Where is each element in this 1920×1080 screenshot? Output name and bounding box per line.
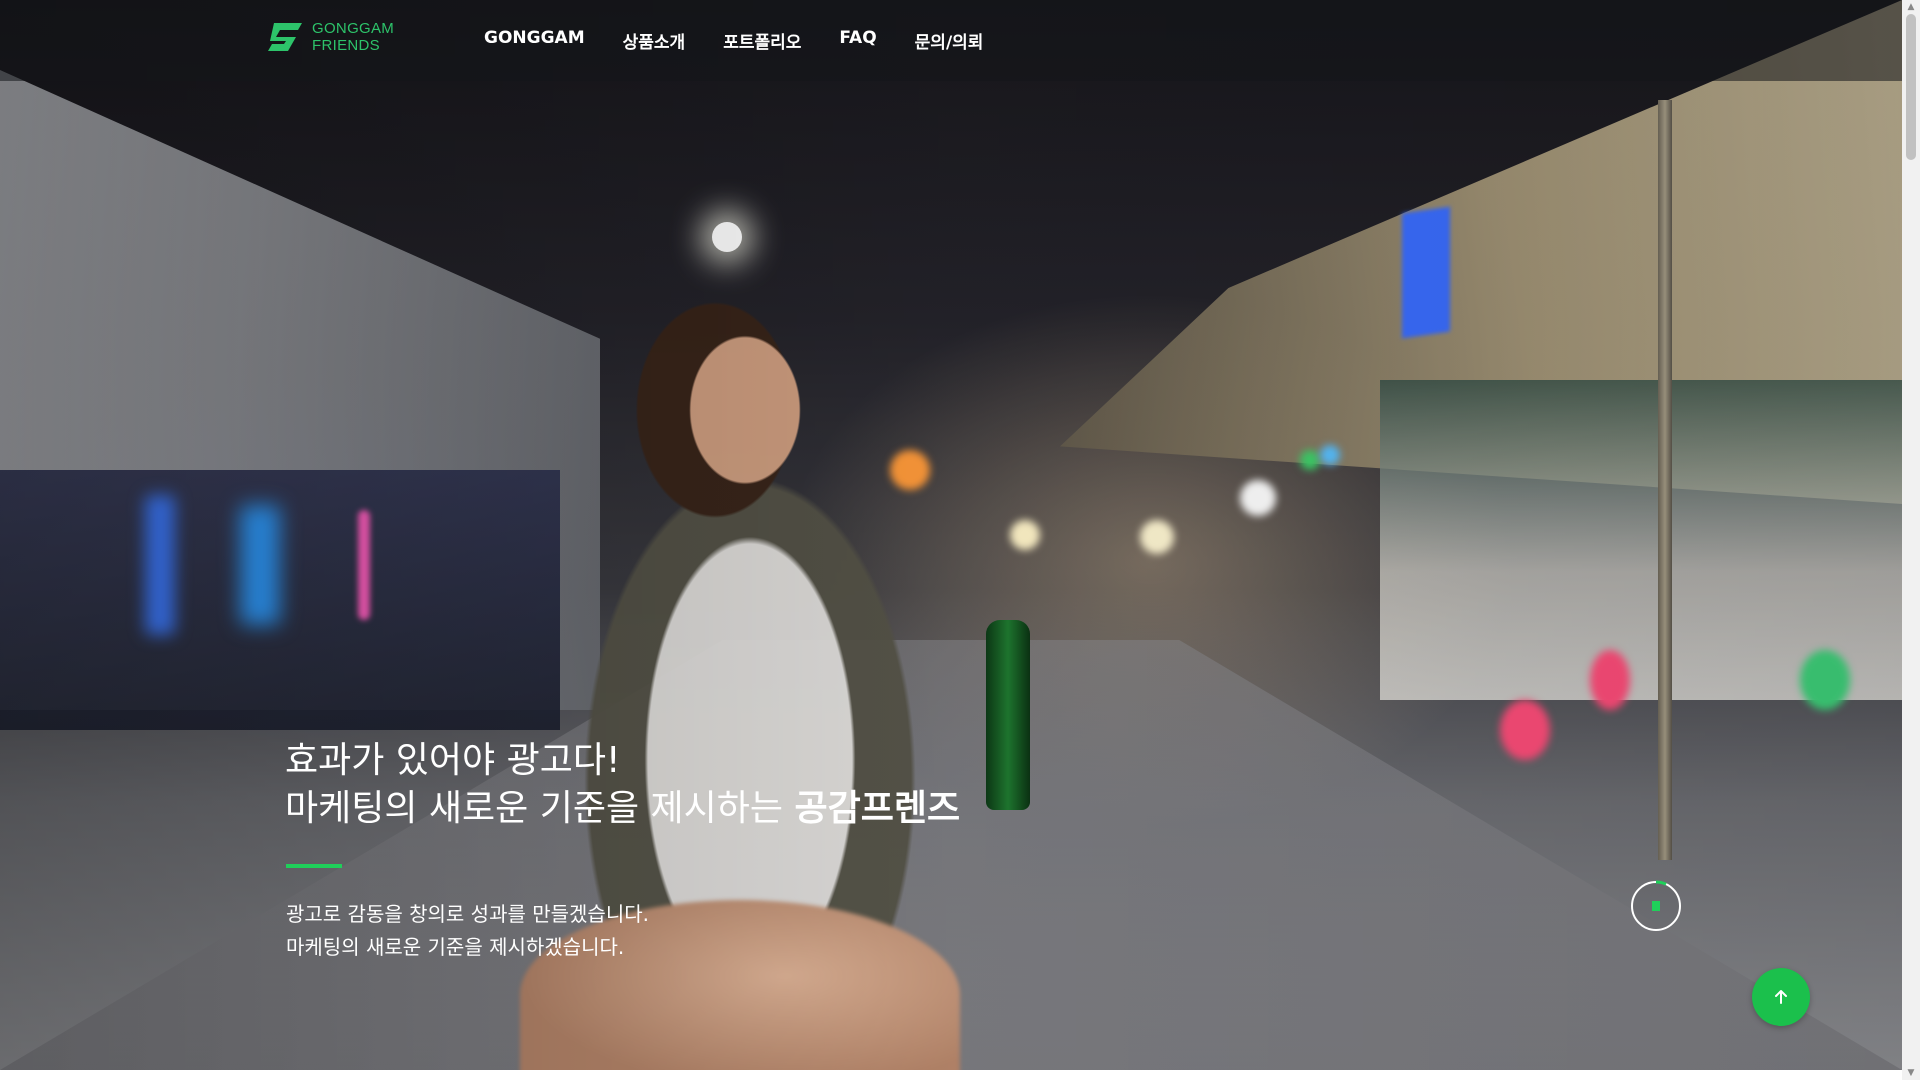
video-pause-button[interactable] — [1630, 880, 1682, 932]
pause-ring-icon — [1631, 880, 1681, 931]
scroll-to-top-button[interactable] — [1752, 968, 1810, 1026]
headline-line1: 효과가 있어야 광고다! — [285, 740, 621, 781]
page-bottom-edge — [0, 1070, 1902, 1080]
hero-subtext: 광고로 감동을 창의로 성과를 만들겠습니다. 마케팅의 새로운 기준을 제시하… — [286, 898, 649, 964]
triangle-down-icon[interactable]: ▼ — [1902, 1066, 1920, 1080]
nav-item-products[interactable]: 상품소개 — [623, 28, 686, 53]
headline-brand-name: 공감프렌즈 — [794, 788, 961, 829]
hero-headline: 효과가 있어야 광고다! 마케팅의 새로운 기준을 제시하는 공감프렌즈 — [285, 737, 960, 833]
subtext-line2: 마케팅의 새로운 기준을 제시하겠습니다. — [286, 935, 625, 959]
nav-item-gonggam[interactable]: GONGGAM — [484, 28, 585, 53]
nav-item-faq[interactable]: FAQ — [839, 28, 876, 53]
logo-line2: FRIENDS — [312, 37, 380, 54]
vertical-scrollbar[interactable]: ▲ ▼ — [1902, 0, 1920, 1080]
logo-wordmark: GONGGAM FRIENDS — [312, 20, 394, 54]
scrollbar-thumb[interactable] — [1906, 14, 1916, 160]
headline-line2-prefix: 마케팅의 새로운 기준을 제시하는 — [285, 788, 795, 829]
main-nav: GONGGAM 상품소개 포트폴리오 FAQ 문의/의뢰 — [484, 28, 983, 53]
nav-item-portfolio[interactable]: 포트폴리오 — [723, 28, 801, 53]
logo-line1: GONGGAM — [312, 20, 395, 37]
logo-mark-icon — [268, 23, 302, 51]
headline-line2: 마케팅의 새로운 기준을 제시하는 공감프렌즈 — [285, 785, 960, 833]
triangle-up-icon[interactable]: ▲ — [1902, 0, 1920, 14]
subtext-line1: 광고로 감동을 창의로 성과를 만들겠습니다. — [286, 902, 649, 926]
accent-divider — [286, 864, 342, 868]
nav-item-contact[interactable]: 문의/의뢰 — [915, 28, 984, 53]
top-header: GONGGAM FRIENDS GONGGAM 상품소개 포트폴리오 FAQ 문… — [0, 0, 1902, 81]
arrow-up-icon — [1775, 990, 1787, 1004]
brand-logo[interactable]: GONGGAM FRIENDS — [266, 19, 394, 55]
